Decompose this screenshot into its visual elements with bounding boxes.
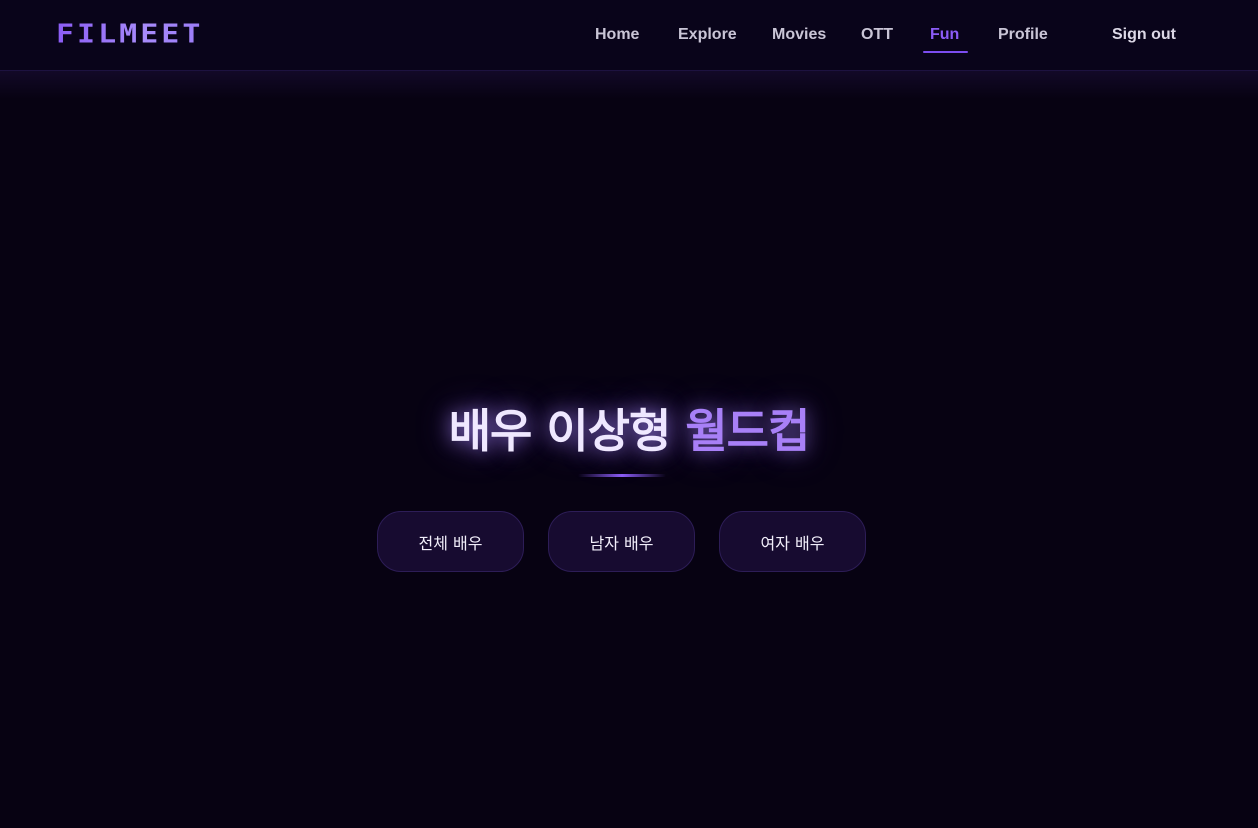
active-nav-indicator — [923, 51, 968, 53]
nav-explore[interactable]: Explore — [678, 22, 737, 48]
page: FILMEET Home Explore Movies OTT Fun Prof… — [0, 0, 1258, 828]
sign-out-button[interactable]: Sign out — [1112, 22, 1176, 48]
nav-fun[interactable]: Fun — [930, 22, 959, 48]
nav-home[interactable]: Home — [595, 22, 639, 48]
male-actors-button[interactable]: 남자 배우 — [548, 511, 695, 572]
female-actors-button[interactable]: 여자 배우 — [719, 511, 866, 572]
title-highlight: 월드컵 — [685, 404, 810, 458]
page-title: 배우 이상형 월드컵 — [0, 396, 1258, 466]
nav-movies[interactable]: Movies — [772, 22, 826, 48]
all-actors-button[interactable]: 전체 배우 — [377, 511, 524, 572]
title-main: 배우 이상형 — [448, 404, 672, 458]
nav-profile[interactable]: Profile — [998, 22, 1048, 48]
title-underline — [578, 474, 666, 477]
header-glow — [0, 71, 1258, 99]
nav-ott[interactable]: OTT — [861, 22, 893, 48]
main-nav: Home Explore Movies OTT Fun Profile — [0, 22, 1258, 50]
top-navbar: FILMEET Home Explore Movies OTT Fun Prof… — [0, 0, 1258, 71]
